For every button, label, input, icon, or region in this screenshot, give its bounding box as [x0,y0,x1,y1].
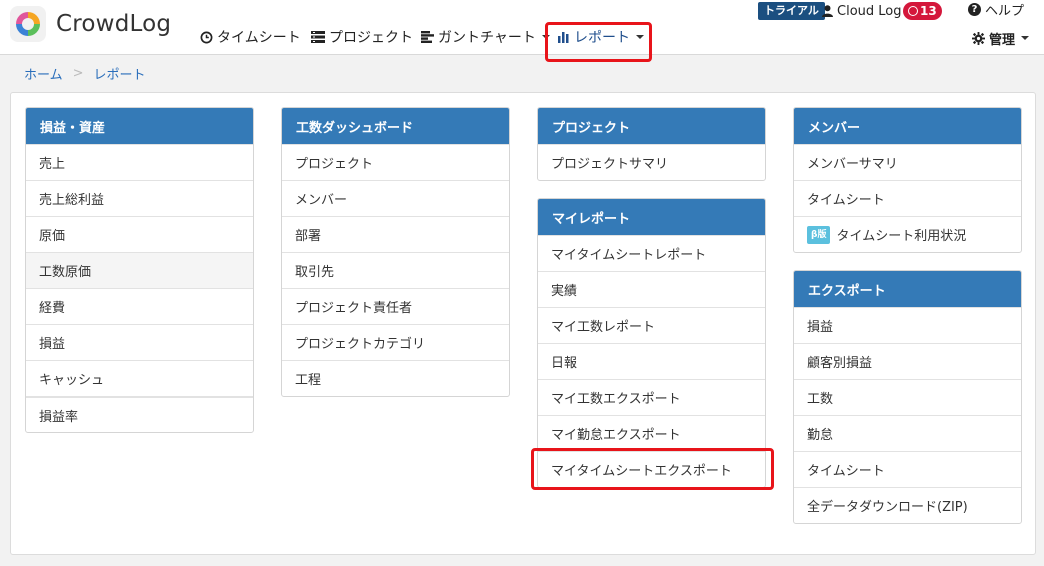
export-link-client-profit[interactable]: 顧客別損益 [794,343,1021,379]
export-link-timesheet[interactable]: タイムシート [794,451,1021,487]
report-link-gross-profit[interactable]: 売上総利益 [26,180,253,216]
help-link[interactable]: ? ヘルプ [968,0,1025,19]
dashboard-link-client[interactable]: 取引先 [282,252,509,288]
export-link-all-data-zip[interactable]: 全データダウンロード(ZIP) [794,487,1021,523]
breadcrumb-separator: > [72,65,84,81]
report-link-cost[interactable]: 原価 [26,216,253,252]
dashboard-link-project-category[interactable]: プロジェクトカテゴリ [282,324,509,360]
myreport-link-daily-report[interactable]: 日報 [538,343,765,379]
breadcrumb: ホーム > レポート [24,64,146,83]
gantt-icon [421,31,434,43]
report-menu-container: 損益・資産 売上 売上総利益 原価 工数原価 経費 損益 キャッシュ 損益率 工… [10,92,1036,555]
report-link-profit-loss[interactable]: 損益 [26,324,253,360]
top-navbar: CrowdLog タイムシート プロジェクト ガントチャート レポート トライア… [0,0,1044,62]
panel-member-title: メンバー [794,108,1021,144]
report-link-cash[interactable]: キャッシュ [26,360,253,396]
highlight-timesheet-export [531,448,774,490]
notification-badge[interactable]: 13 [903,2,942,20]
user-menu[interactable]: Cloud Log [822,2,902,20]
question-circle-icon: ? [968,2,981,16]
panel-member: メンバー メンバーサマリ タイムシート β版 タイムシート利用状況 [793,107,1022,253]
member-link-timesheet-usage-label: タイムシート利用状況 [836,229,967,244]
admin-label: 管理 [989,32,1016,48]
member-link-summary[interactable]: メンバーサマリ [794,144,1021,180]
panel-dashboard-title: 工数ダッシュボード [282,108,509,144]
nav-timesheet-label: タイムシート [217,30,301,46]
brand-name: CrowdLog [56,11,172,37]
chevron-down-icon [1021,36,1030,40]
help-label: ヘルプ [985,3,1025,19]
myreport-link-timesheet-report[interactable]: マイタイムシートレポート [538,235,765,271]
member-link-timesheet[interactable]: タイムシート [794,180,1021,216]
nav-gantt[interactable]: ガントチャート [421,27,550,47]
admin-menu[interactable]: 管理 [972,29,1030,48]
panel-dashboard: 工数ダッシュボード プロジェクト メンバー 部署 取引先 プロジェクト責任者 プ… [281,107,510,397]
report-link-expenses[interactable]: 経費 [26,288,253,324]
panel-export-title: エクスポート [794,271,1021,307]
panel-profit: 損益・資産 売上 売上総利益 原価 工数原価 経費 損益 キャッシュ 損益率 [25,107,254,433]
nav-project-label: プロジェクト [329,30,413,46]
trial-badge: トライアル [758,2,825,20]
project-link-summary[interactable]: プロジェクトサマリ [538,144,765,180]
clock-icon [908,6,918,16]
beta-badge: β版 [807,225,831,244]
panel-project: プロジェクト プロジェクトサマリ [537,107,766,181]
panel-project-title: プロジェクト [538,108,765,144]
export-link-attendance[interactable]: 勤怠 [794,415,1021,451]
export-link-profit-loss[interactable]: 損益 [794,307,1021,343]
nav-timesheet[interactable]: タイムシート [200,27,301,47]
highlight-report-menu [545,22,652,62]
nav-gantt-label: ガントチャート [438,30,536,46]
dashboard-link-process[interactable]: 工程 [282,360,509,396]
breadcrumb-home[interactable]: ホーム [24,64,63,83]
dashboard-link-project[interactable]: プロジェクト [282,144,509,180]
user-icon [822,5,833,17]
report-link-labor-cost[interactable]: 工数原価 [26,252,253,288]
user-name: Cloud Log [837,3,902,19]
panel-profit-title: 損益・資産 [26,108,253,144]
clock-icon [200,31,213,43]
panel-myreport: マイレポート マイタイムシートレポート 実績 マイ工数レポート 日報 マイ工数エ… [537,198,766,488]
export-link-workload[interactable]: 工数 [794,379,1021,415]
dashboard-link-project-manager[interactable]: プロジェクト責任者 [282,288,509,324]
report-link-profit-rate[interactable]: 損益率 [26,396,253,432]
notification-count: 13 [920,4,937,18]
crowdlog-logo-icon [10,6,46,42]
myreport-link-workload-report[interactable]: マイ工数レポート [538,307,765,343]
panel-export: エクスポート 損益 顧客別損益 工数 勤怠 タイムシート 全データダウンロード(… [793,270,1022,524]
myreport-link-attendance-export[interactable]: マイ勤怠エクスポート [538,415,765,451]
brand-logo[interactable]: CrowdLog [10,6,171,42]
myreport-link-workload-export[interactable]: マイ工数エクスポート [538,379,765,415]
member-link-timesheet-usage[interactable]: β版 タイムシート利用状況 [794,216,1021,252]
panel-myreport-title: マイレポート [538,199,765,235]
dashboard-link-member[interactable]: メンバー [282,180,509,216]
gear-icon [972,31,985,45]
dashboard-link-department[interactable]: 部署 [282,216,509,252]
myreport-link-results[interactable]: 実績 [538,271,765,307]
project-list-icon [311,31,325,43]
nav-project[interactable]: プロジェクト [311,27,413,47]
breadcrumb-current[interactable]: レポート [94,64,146,83]
report-link-sales[interactable]: 売上 [26,144,253,180]
